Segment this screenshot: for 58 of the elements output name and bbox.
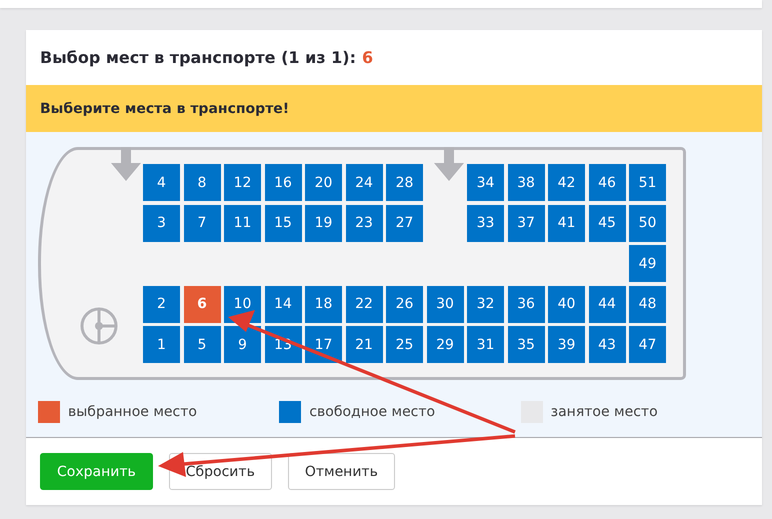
seat[interactable]: 28 [386, 164, 423, 201]
seat[interactable]: 33 [467, 204, 504, 242]
seat[interactable]: 5 [184, 326, 220, 363]
legend-label: занятое место [550, 404, 658, 420]
seat[interactable]: 45 [588, 204, 626, 242]
save-button[interactable]: Сохранить [40, 453, 153, 490]
seat[interactable]: 29 [426, 326, 464, 363]
seat[interactable]: 25 [386, 326, 423, 363]
seat[interactable]: 19 [305, 204, 342, 242]
seat[interactable]: 31 [467, 326, 504, 363]
seat[interactable]: 27 [386, 204, 423, 242]
seat[interactable]: 22 [346, 286, 382, 322]
seat[interactable]: 43 [588, 326, 626, 363]
seat[interactable]: 47 [629, 326, 666, 363]
seat[interactable]: 2 [143, 286, 180, 322]
seat[interactable]: 35 [508, 326, 544, 363]
seat[interactable]: 4 [143, 164, 180, 201]
seat[interactable]: 32 [467, 286, 504, 322]
section-title: Выбор мест в транспорте (1 из 1): [40, 48, 356, 67]
seat[interactable]: 9 [224, 326, 261, 363]
seat[interactable]: 36 [508, 286, 544, 322]
seat[interactable]: 42 [548, 164, 585, 201]
seat[interactable]: 12 [224, 164, 261, 201]
steering-wheel-icon [79, 306, 119, 346]
seat[interactable]: 34 [467, 164, 504, 201]
seat[interactable]: 20 [305, 164, 342, 201]
seat[interactable]: 6 [184, 286, 220, 322]
seat[interactable]: 50 [629, 204, 666, 242]
selected-seat-count: 6 [362, 48, 374, 67]
seat[interactable]: 30 [426, 286, 464, 322]
seat[interactable]: 40 [548, 286, 585, 322]
seat[interactable]: 8 [184, 164, 220, 201]
seat[interactable]: 51 [629, 164, 666, 201]
seat[interactable]: 11 [224, 204, 261, 242]
action-button[interactable]: Отменить [288, 453, 395, 490]
legend-label: свободное место [309, 404, 436, 420]
legend-label: выбранное место [68, 404, 197, 420]
seat[interactable]: 48 [629, 286, 666, 322]
notice-banner: Выберите места в транспорте! [26, 85, 762, 132]
seat[interactable]: 44 [588, 286, 626, 322]
seat[interactable]: 3 [143, 204, 180, 242]
seat[interactable]: 26 [386, 286, 423, 322]
seat[interactable]: 49 [629, 245, 666, 282]
seat[interactable]: 16 [264, 164, 302, 201]
seat[interactable]: 38 [508, 164, 544, 201]
seat[interactable]: 23 [346, 204, 382, 242]
seat[interactable]: 21 [346, 326, 382, 363]
seat[interactable]: 37 [508, 204, 544, 242]
seat[interactable]: 17 [305, 326, 342, 363]
seat[interactable]: 7 [184, 204, 220, 242]
seat[interactable]: 46 [588, 164, 626, 201]
seat[interactable]: 14 [264, 286, 302, 322]
seat[interactable]: 39 [548, 326, 585, 363]
seat[interactable]: 41 [548, 204, 585, 242]
seat[interactable]: 15 [264, 204, 302, 242]
seat[interactable]: 24 [346, 164, 382, 201]
seat[interactable]: 18 [305, 286, 342, 322]
seat[interactable]: 1 [143, 326, 180, 363]
